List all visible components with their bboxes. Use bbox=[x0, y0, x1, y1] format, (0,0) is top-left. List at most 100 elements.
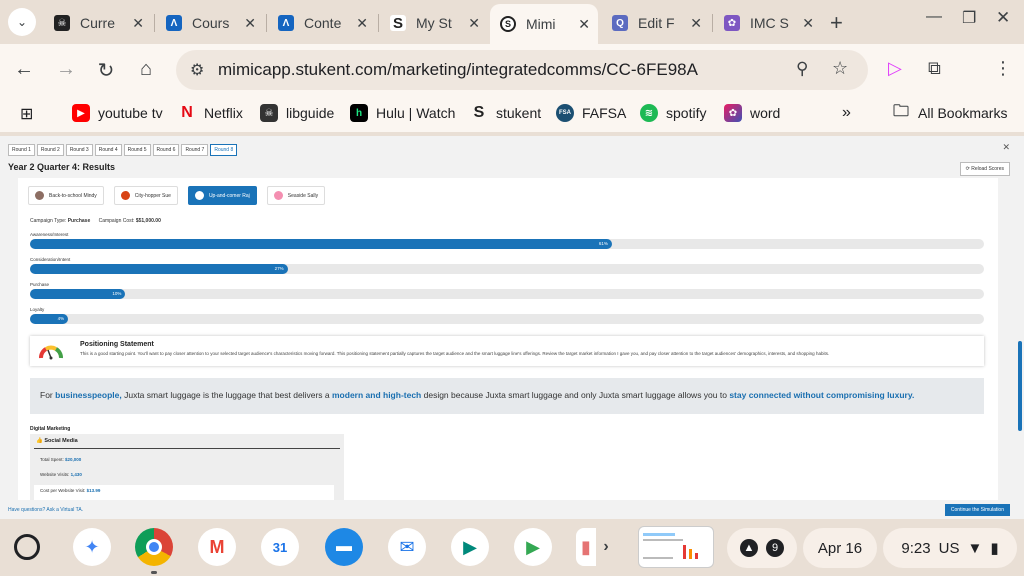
bookmark-label: Netflix bbox=[204, 105, 243, 121]
browser-tab[interactable]: ✿ IMC S ✕ bbox=[714, 6, 822, 40]
spotify-icon: ≋ bbox=[640, 104, 658, 122]
zoom-icon[interactable]: ⚲ bbox=[796, 59, 808, 79]
round-tab[interactable]: Round 4 bbox=[94, 144, 122, 156]
browser-tab[interactable]: Λ Cours ✕ bbox=[156, 6, 264, 40]
round-tab[interactable]: Round 3 bbox=[65, 144, 93, 156]
persona-tab[interactable]: Back-to-school Mindy bbox=[28, 186, 104, 205]
gmail-icon[interactable]: M bbox=[198, 528, 236, 566]
positioning-feedback: Positioning Statement This is a good sta… bbox=[30, 336, 984, 366]
round-tab[interactable]: Round 2 bbox=[36, 144, 64, 156]
website-visits: Website Visits: 1,430 bbox=[40, 472, 82, 477]
more-bookmarks-icon[interactable]: » bbox=[842, 104, 851, 122]
bookmark-fafsa[interactable]: FSA FAFSA bbox=[556, 104, 626, 122]
page-scrollbar[interactable] bbox=[1018, 341, 1022, 431]
meet-icon[interactable]: ▶ bbox=[451, 528, 489, 566]
chevron-right-icon[interactable]: › bbox=[598, 528, 614, 566]
site-info-icon[interactable]: ⚙ bbox=[190, 60, 204, 80]
bookmark-word[interactable]: ✿ word bbox=[724, 104, 780, 122]
files-icon[interactable]: ▬ bbox=[325, 528, 363, 566]
persona-tab-active[interactable]: Up-and-comer Raj bbox=[187, 186, 257, 205]
progress-track: 27% bbox=[30, 264, 984, 274]
red-pirate-icon: ☠ bbox=[54, 15, 70, 31]
metric-label: Loyalty bbox=[30, 307, 45, 312]
browser-tab[interactable]: ☠ Curre ✕ bbox=[44, 6, 152, 40]
browser-menu-icon[interactable]: ⋮ bbox=[994, 58, 1012, 79]
app-icon[interactable]: ▮ bbox=[576, 528, 596, 566]
statement-highlight: businesspeople, bbox=[55, 390, 122, 400]
close-icon[interactable]: ✕ bbox=[468, 15, 480, 32]
round-tab[interactable]: Round 1 bbox=[8, 144, 35, 156]
tab-search-button[interactable]: ⌄ bbox=[8, 8, 36, 36]
continue-simulation-button[interactable]: Continue the Simulation bbox=[944, 504, 1010, 516]
simulation-page: Round 1 Round 2 Round 3 Round 4 Round 5 … bbox=[0, 136, 1024, 519]
forward-button[interactable]: → bbox=[54, 58, 78, 81]
page-footer: Have questions? Ask a Virtual TA. Contin… bbox=[0, 500, 1024, 519]
bookmark-star-icon[interactable]: ☆ bbox=[832, 58, 848, 79]
round-tab[interactable]: Round 5 bbox=[123, 144, 151, 156]
reload-button[interactable]: ↻ bbox=[94, 58, 118, 83]
battery-icon: ▮ bbox=[990, 540, 999, 557]
window-thumbnail[interactable] bbox=[638, 526, 714, 568]
avatar bbox=[273, 191, 283, 200]
social-media-header: 👍 Social Media bbox=[36, 438, 78, 444]
browser-tab[interactable]: Λ Conte ✕ bbox=[268, 6, 376, 40]
bookmark-stukent[interactable]: S stukent bbox=[470, 104, 541, 122]
gemini-icon[interactable]: ✦ bbox=[73, 528, 111, 566]
round-tab-current[interactable]: Round 8 bbox=[210, 144, 238, 156]
browser-tab[interactable]: Q Edit F ✕ bbox=[602, 6, 710, 40]
restore-button[interactable]: ❐ bbox=[962, 8, 976, 28]
bookmark-libguide[interactable]: ☠ libguide bbox=[260, 104, 334, 122]
copilot-icon: ✿ bbox=[724, 104, 742, 122]
close-icon[interactable]: ✕ bbox=[356, 15, 368, 32]
date-pill[interactable]: Apr 16 bbox=[803, 528, 877, 568]
bookmark-netflix[interactable]: N Netflix bbox=[178, 104, 243, 122]
status-tray[interactable]: 9:23 US ▼ ▮ bbox=[883, 528, 1017, 568]
home-button[interactable]: ⌂ bbox=[134, 58, 158, 81]
tab-title: Curre bbox=[80, 15, 116, 31]
campaign-type-label: Campaign Type: bbox=[30, 218, 67, 224]
clock-text: 9:23 bbox=[901, 539, 931, 557]
persona-name: Up-and-comer Raj bbox=[208, 192, 250, 199]
close-icon[interactable]: ✕ bbox=[132, 15, 144, 32]
persona-tab[interactable]: Seaside Sally bbox=[266, 186, 326, 205]
persona-name: City-hopper Sue bbox=[134, 192, 171, 199]
youtube-icon: ▶ bbox=[72, 104, 90, 122]
cost-per-visit: Cost per Website Visit: $13.99 bbox=[40, 488, 100, 493]
play-store-icon[interactable]: ▶ bbox=[514, 528, 552, 566]
close-window-button[interactable]: ✕ bbox=[996, 8, 1010, 28]
bookmark-label: FAFSA bbox=[582, 105, 627, 121]
close-icon[interactable]: ✕ bbox=[1002, 142, 1010, 153]
bookmark-hulu[interactable]: h Hulu | Watch bbox=[350, 104, 455, 122]
messages-icon[interactable]: ✉ bbox=[388, 528, 426, 566]
extensions-puzzle-icon[interactable]: ⧉ bbox=[928, 58, 941, 79]
chrome-icon[interactable] bbox=[135, 528, 173, 566]
hulu-icon: h bbox=[350, 104, 368, 122]
all-bookmarks-folder[interactable]: 🗀 All Bookmarks bbox=[892, 103, 1007, 122]
total-spent: Total Spent: $20,000 bbox=[40, 457, 81, 462]
round-tab[interactable]: Round 6 bbox=[152, 144, 180, 156]
badge-icon: ✿ bbox=[724, 15, 740, 31]
round-tab[interactable]: Round 7 bbox=[181, 144, 209, 156]
apps-grid-icon[interactable]: ⊞ bbox=[20, 104, 33, 124]
reload-scores-button[interactable]: ⟳ Reload Scores bbox=[959, 162, 1010, 176]
launcher-button[interactable] bbox=[14, 534, 40, 560]
minimize-button[interactable]: — bbox=[926, 8, 942, 26]
url-text[interactable]: mimicapp.stukent.com/marketing/integrate… bbox=[218, 60, 698, 80]
calendar-icon[interactable]: 31 bbox=[261, 528, 299, 566]
new-tab-button[interactable]: + bbox=[830, 10, 843, 36]
bookmark-spotify[interactable]: ≋ spotify bbox=[640, 104, 706, 122]
bookmark-youtube-tv[interactable]: ▶ youtube tv bbox=[72, 104, 163, 122]
browser-tab[interactable]: S My St ✕ bbox=[380, 6, 488, 40]
persona-tab[interactable]: City-hopper Sue bbox=[113, 186, 178, 205]
browser-tab-active[interactable]: S Mimi ✕ bbox=[490, 4, 598, 44]
persona-tabs: Back-to-school Mindy City-hopper Sue Up-… bbox=[28, 186, 335, 205]
close-icon[interactable]: ✕ bbox=[690, 15, 702, 32]
close-icon[interactable]: ✕ bbox=[578, 16, 590, 33]
virtual-ta-link[interactable]: Have questions? Ask a Virtual TA. bbox=[8, 507, 83, 513]
notification-pill[interactable]: ▲ 9 bbox=[727, 528, 797, 568]
back-button[interactable]: ← bbox=[12, 58, 36, 81]
address-bar[interactable]: ⚙ mimicapp.stukent.com/marketing/integra… bbox=[176, 50, 868, 90]
close-icon[interactable]: ✕ bbox=[244, 15, 256, 32]
extension-icon[interactable]: ▷ bbox=[888, 58, 902, 79]
close-icon[interactable]: ✕ bbox=[802, 15, 814, 32]
